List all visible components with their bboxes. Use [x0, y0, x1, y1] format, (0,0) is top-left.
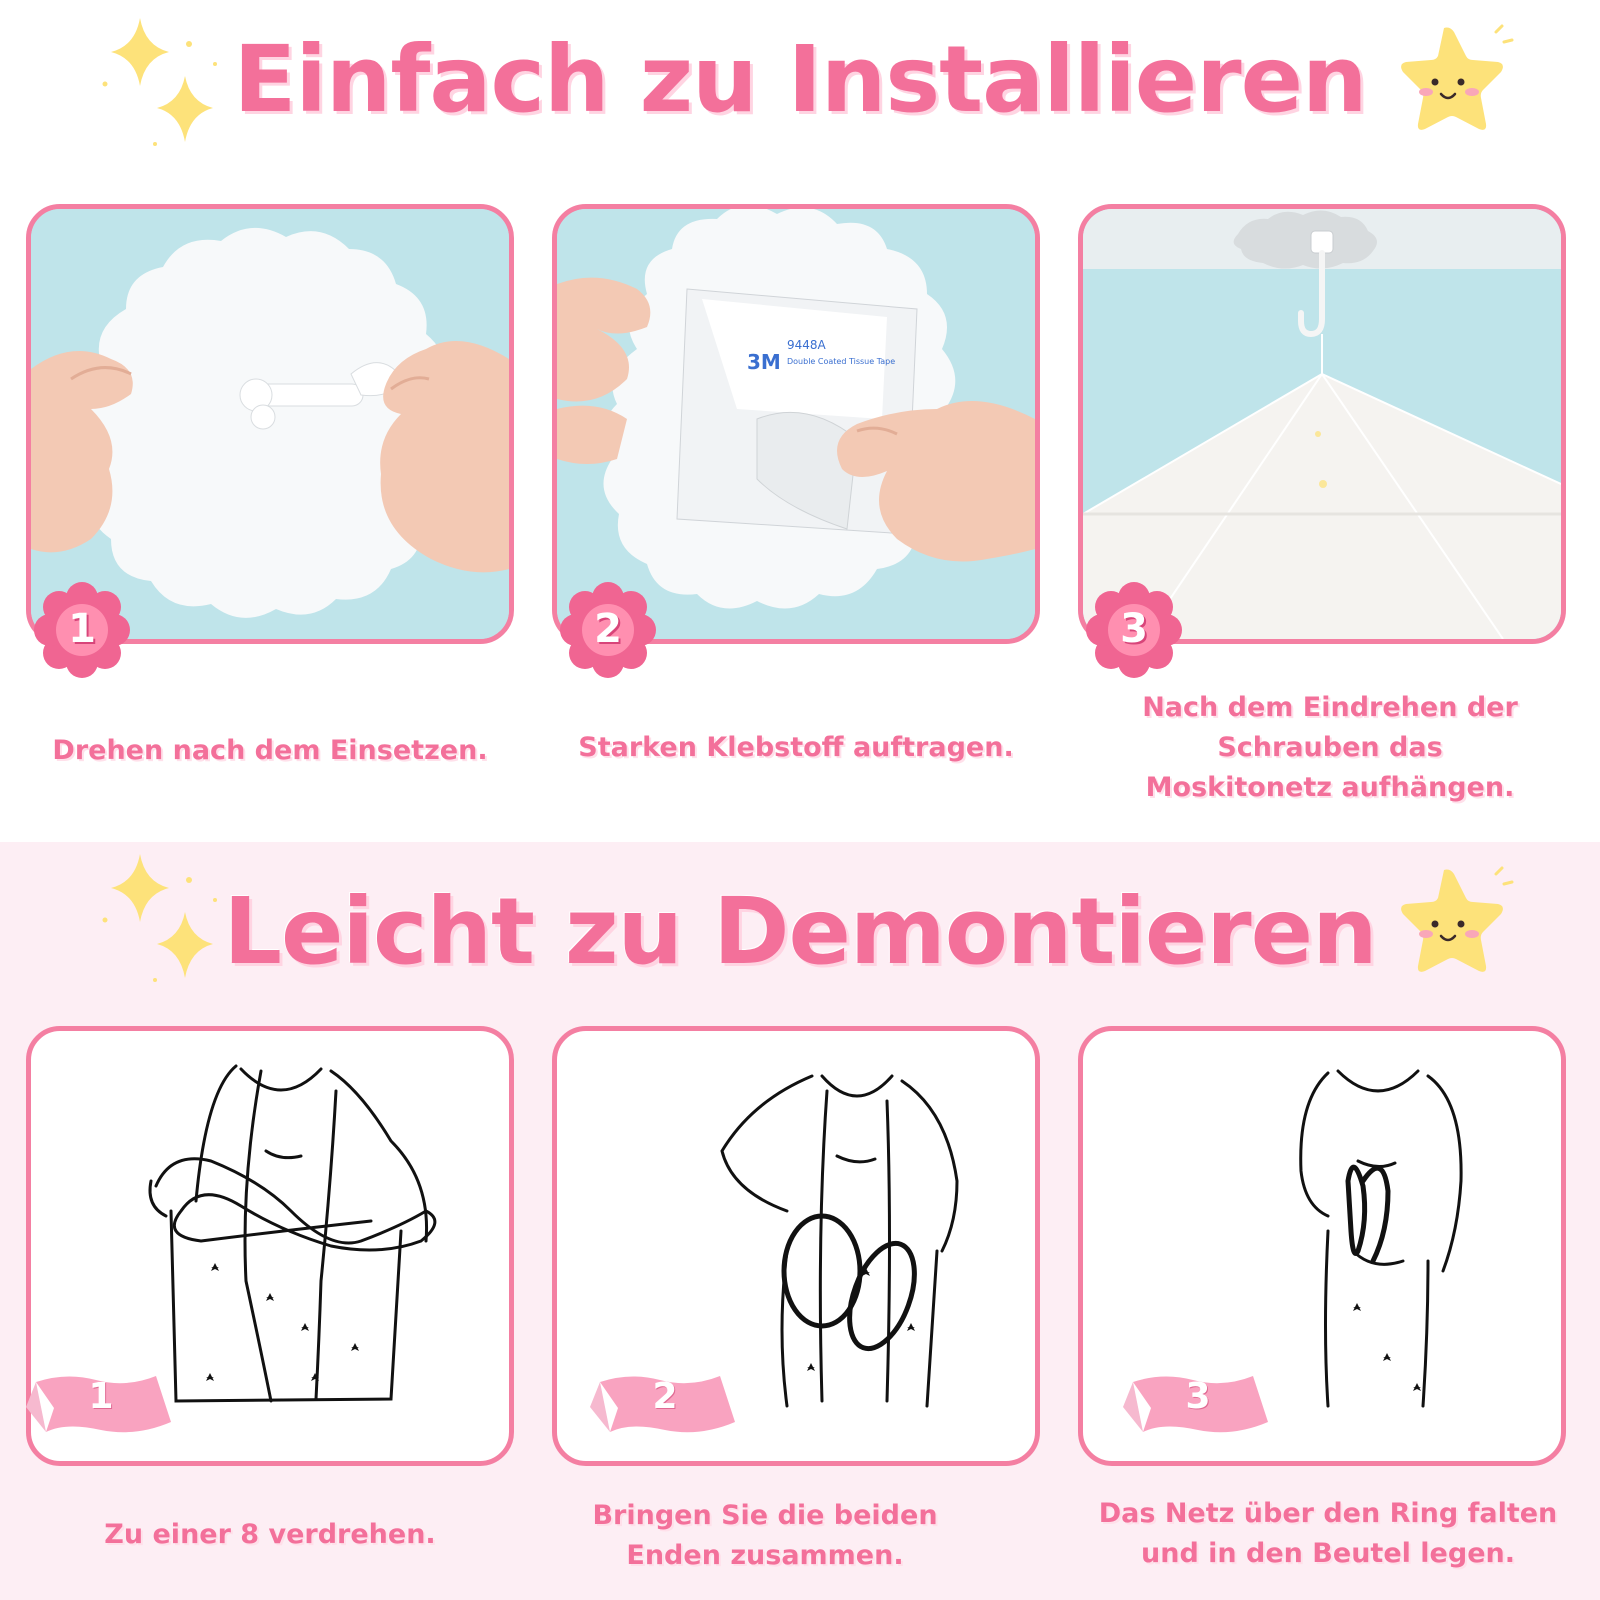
remove-step-1-badge: 1 [26, 1362, 176, 1442]
remove-step-2-badge: 2 [590, 1362, 740, 1442]
step-number: 2 [652, 1376, 678, 1417]
install-step-2-image: 3M 9448A Double Coated Tissue Tape [552, 204, 1040, 644]
install-step-2-caption: Starken Klebstoff auftragen. [578, 732, 1014, 763]
install-section: Einfach zu Installieren 3M 9448A Double … [0, 0, 1600, 842]
tape-code: 9448A [787, 338, 827, 352]
smiling-star-icon [1401, 24, 1514, 130]
remove-title: Leicht zu Demontieren [223, 878, 1377, 985]
step-number: 2 [594, 606, 622, 652]
install-title: Einfach zu Installieren [233, 26, 1368, 133]
tape-brand: 3M [747, 350, 781, 374]
install-step-3-badge: 3 [1086, 582, 1182, 678]
install-step-3-caption: Nach dem Eindrehen der Schrauben das Mos… [1142, 692, 1518, 803]
step-number: 1 [68, 606, 96, 652]
remove-step-2-caption: Bringen Sie die beiden Enden zusammen. [592, 1500, 938, 1571]
smiling-star-icon [1401, 866, 1514, 972]
step-number: 1 [88, 1376, 114, 1417]
install-step-1-caption: Drehen nach dem Einsetzen. [52, 735, 488, 766]
step-number: 3 [1120, 606, 1148, 652]
install-step-2-badge: 2 [560, 582, 656, 678]
remove-step-1-caption: Zu einer 8 verdrehen. [104, 1519, 436, 1550]
install-step-3-image [1078, 204, 1566, 644]
tape-text: Double Coated Tissue Tape [787, 357, 895, 366]
remove-step-3-caption: Das Netz über den Ring falten und in den… [1098, 1498, 1558, 1569]
install-step-1-image [26, 204, 514, 644]
install-step-1-badge: 1 [34, 582, 130, 678]
remove-step-3-badge: 3 [1123, 1362, 1273, 1442]
step-number: 3 [1185, 1376, 1211, 1417]
